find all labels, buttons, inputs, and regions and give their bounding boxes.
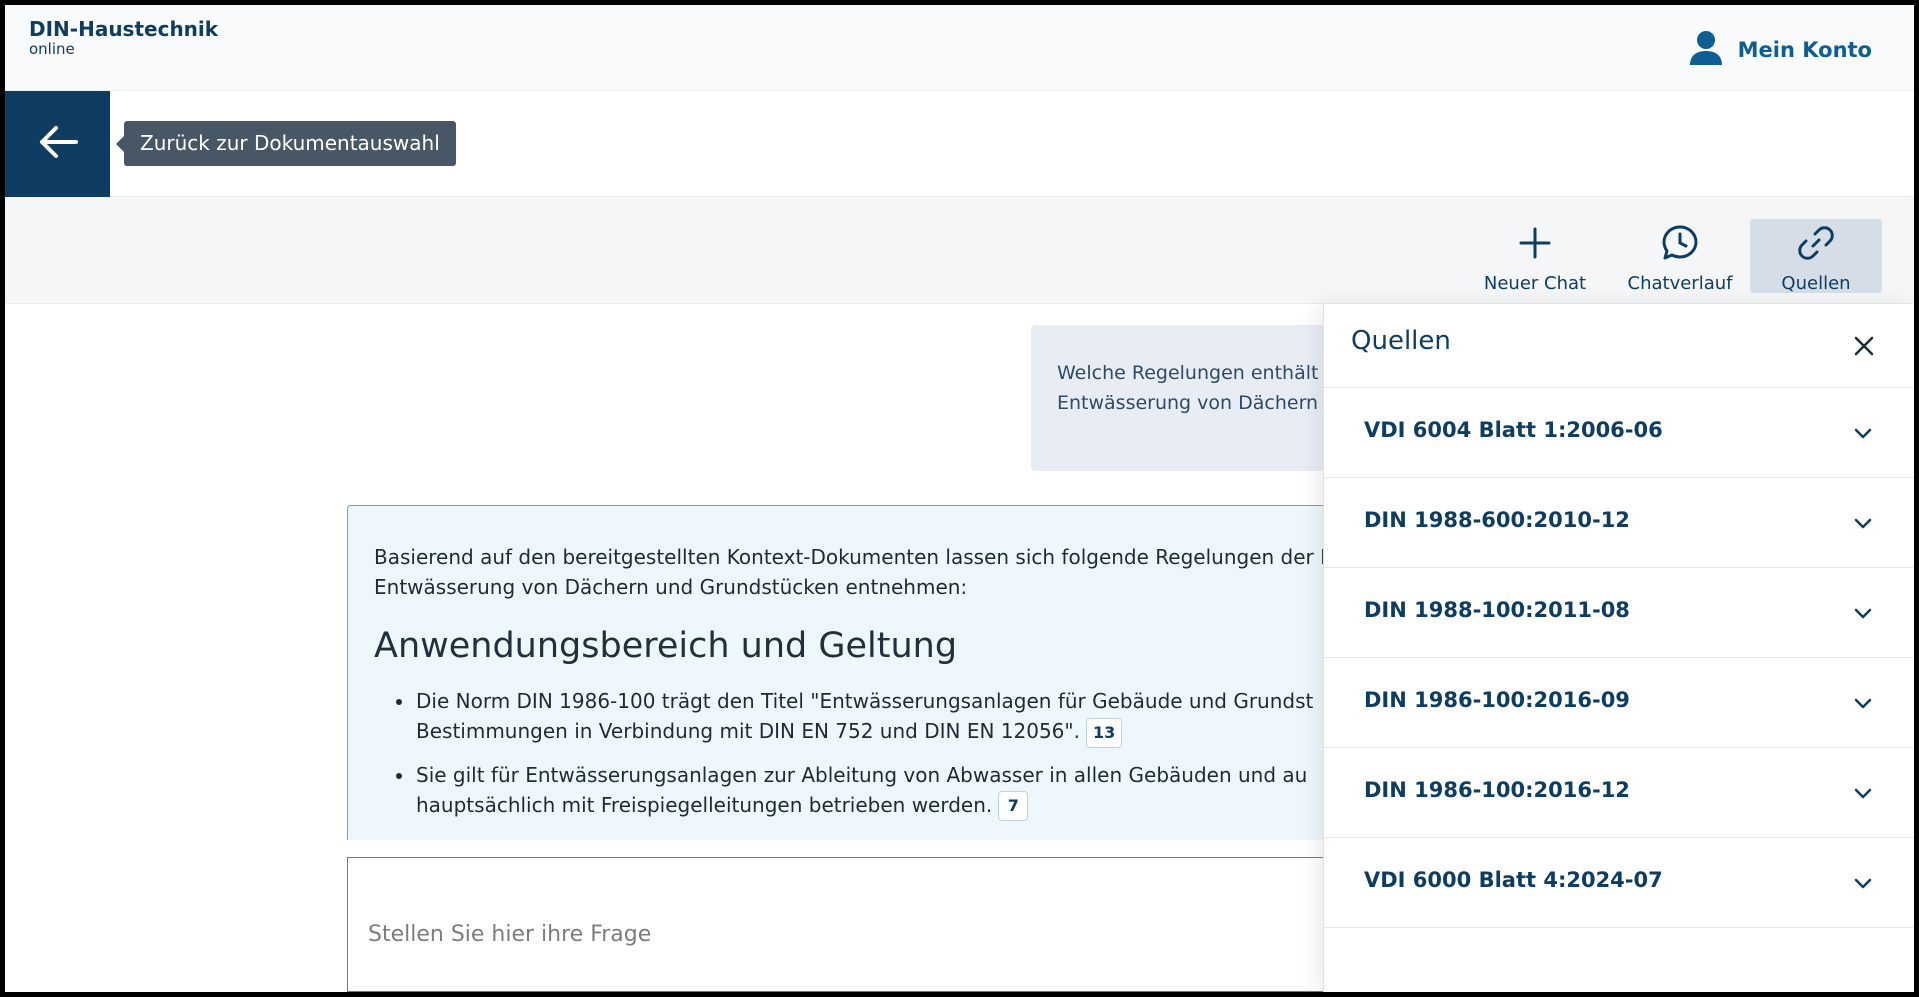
account-label: Mein Konto bbox=[1737, 38, 1872, 62]
answer-bullet-list: Die Norm DIN 1986-100 trägt den Titel "E… bbox=[374, 686, 1420, 821]
chevron-down-icon bbox=[1854, 518, 1872, 529]
app-window: DIN-Haustechnik online Mein Konto Zurück… bbox=[5, 5, 1914, 992]
close-sources-button[interactable] bbox=[1850, 332, 1878, 360]
brand-name: DIN-Haustechnik bbox=[29, 17, 219, 41]
chevron-down-icon bbox=[1854, 428, 1872, 439]
chevron-down-icon bbox=[1854, 608, 1872, 619]
answer-intro-line-1: Basierend auf den bereitgestellten Konte… bbox=[374, 545, 1336, 569]
new-chat-label: Neuer Chat bbox=[1483, 273, 1587, 294]
assistant-answer: Basierend auf den bereitgestellten Konte… bbox=[347, 505, 1447, 840]
bullet-text: hauptsächlich mit Freispiegelleitungen b… bbox=[416, 792, 993, 817]
answer-heading: Anwendungsbereich und Geltung bbox=[374, 626, 958, 666]
question-input-box[interactable] bbox=[347, 857, 1447, 992]
chevron-down-icon bbox=[1854, 788, 1872, 799]
user-icon bbox=[1688, 29, 1724, 71]
top-bar: DIN-Haustechnik online Mein Konto bbox=[5, 5, 1914, 91]
arrow-left-icon bbox=[36, 120, 80, 168]
brand-subtitle: online bbox=[29, 40, 75, 58]
bullet-line-2: hauptsächlich mit Freispiegelleitungen b… bbox=[416, 790, 1420, 821]
citation-badge[interactable]: 7 bbox=[998, 791, 1029, 821]
chevron-down-icon bbox=[1854, 698, 1872, 709]
history-clock-icon bbox=[1660, 219, 1700, 267]
answer-bullet: Sie gilt für Entwässerungsanlagen zur Ab… bbox=[396, 760, 1420, 821]
sources-panel-title: Quellen bbox=[1351, 326, 1451, 356]
back-row: Zurück zur Dokumentauswahl bbox=[5, 91, 1914, 197]
new-chat-button[interactable]: Neuer Chat bbox=[1455, 219, 1615, 294]
citation-badge[interactable]: 13 bbox=[1085, 717, 1123, 748]
chat-history-button[interactable]: Chatverlauf bbox=[1605, 219, 1755, 294]
bullet-line-1: Sie gilt für Entwässerungsanlagen zur Ab… bbox=[416, 762, 1308, 787]
chat-history-label: Chatverlauf bbox=[1627, 273, 1733, 294]
sources-label: Quellen bbox=[1781, 273, 1851, 294]
brand-logo[interactable]: DIN-Haustechnik online bbox=[29, 17, 218, 57]
answer-bullet: Die Norm DIN 1986-100 trägt den Titel "E… bbox=[396, 686, 1420, 748]
sources-panel-header: Quellen bbox=[1324, 304, 1914, 388]
source-item[interactable]: DIN 1988-100:2011-08 bbox=[1324, 568, 1914, 658]
source-label: DIN 1986-100:2016-12 bbox=[1364, 778, 1630, 802]
source-label: DIN 1988-100:2011-08 bbox=[1364, 598, 1630, 622]
account-button[interactable]: Mein Konto bbox=[1688, 29, 1872, 71]
source-label: VDI 6004 Blatt 1:2006-06 bbox=[1364, 418, 1663, 442]
back-tooltip: Zurück zur Dokumentauswahl bbox=[116, 121, 456, 166]
link-icon bbox=[1796, 219, 1836, 267]
source-item[interactable]: VDI 6004 Blatt 1:2006-06 bbox=[1324, 388, 1914, 478]
bullet-line-2: Bestimmungen in Verbindung mit DIN EN 75… bbox=[416, 716, 1420, 748]
chevron-down-icon bbox=[1854, 878, 1872, 889]
source-label: DIN 1986-100:2016-09 bbox=[1364, 688, 1630, 712]
source-label: VDI 6000 Blatt 4:2024-07 bbox=[1364, 868, 1663, 892]
bullet-line-1: Die Norm DIN 1986-100 trägt den Titel "E… bbox=[416, 689, 1314, 713]
answer-intro-line-2: Entwässerung von Dächern und Grundstücke… bbox=[374, 575, 968, 599]
source-item[interactable]: DIN 1986-100:2016-09 bbox=[1324, 658, 1914, 748]
chat-toolbar: Neuer Chat Chatverlauf Quellen bbox=[5, 197, 1914, 304]
source-label: DIN 1988-600:2010-12 bbox=[1364, 508, 1630, 532]
source-item[interactable]: DIN 1988-600:2010-12 bbox=[1324, 478, 1914, 568]
source-item[interactable]: DIN 1986-100:2016-12 bbox=[1324, 748, 1914, 838]
question-input[interactable] bbox=[348, 858, 1446, 991]
sources-panel: Quellen VDI 6004 Blatt 1:2006-06 DIN 198… bbox=[1323, 304, 1914, 992]
sources-button[interactable]: Quellen bbox=[1750, 219, 1882, 294]
back-button[interactable] bbox=[5, 91, 110, 197]
bullet-text: Bestimmungen in Verbindung mit DIN EN 75… bbox=[416, 719, 1080, 743]
source-item[interactable]: VDI 6000 Blatt 4:2024-07 bbox=[1324, 838, 1914, 928]
plus-icon bbox=[1515, 219, 1555, 267]
close-icon bbox=[1850, 336, 1878, 364]
